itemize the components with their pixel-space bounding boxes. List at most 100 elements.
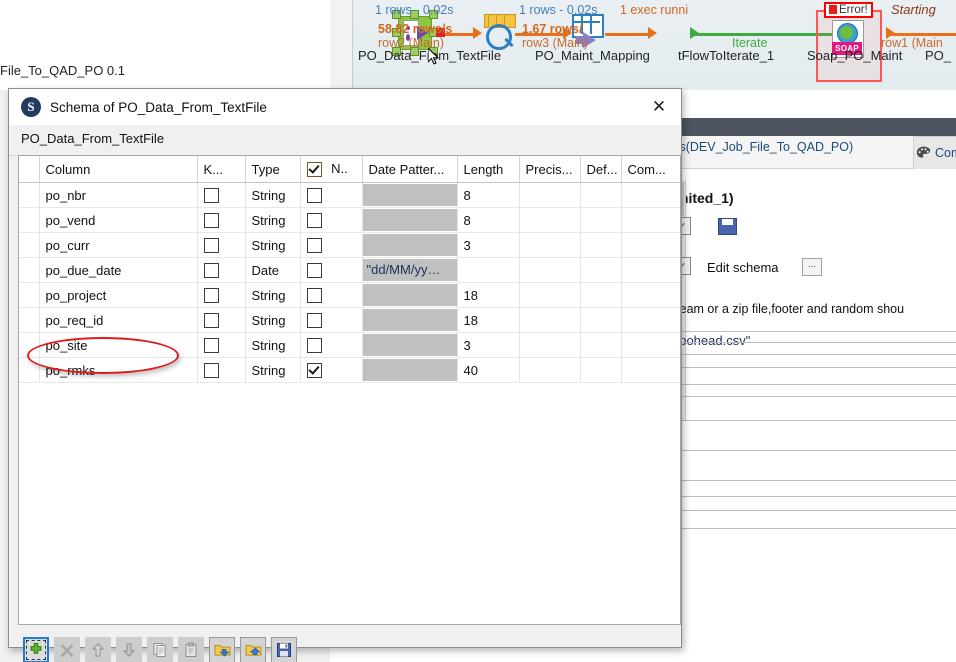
key-checkbox[interactable] — [203, 263, 219, 279]
import-schema-button[interactable] — [209, 637, 235, 662]
header-key[interactable]: K... — [197, 156, 246, 183]
file-path-value[interactable]: t/pohead.csv" — [676, 333, 750, 348]
cell-nullable-checkbox[interactable] — [300, 307, 363, 333]
cell-type[interactable]: Date — [245, 257, 301, 283]
nullable-checkbox[interactable] — [306, 363, 322, 379]
cell-default[interactable] — [580, 307, 622, 333]
table-row[interactable]: po_site String 3 — [19, 332, 680, 358]
cell-comment[interactable] — [621, 232, 680, 258]
header-comment[interactable]: Com... — [621, 156, 680, 183]
header-precision[interactable]: Precis... — [519, 156, 581, 183]
cell-length[interactable]: 40 — [457, 357, 520, 383]
close-icon[interactable]: ✕ — [645, 95, 673, 119]
key-checkbox[interactable] — [203, 288, 219, 304]
nullable-checkbox[interactable] — [306, 188, 322, 204]
cell-precision[interactable] — [519, 207, 581, 233]
cell-comment[interactable] — [621, 332, 680, 358]
key-checkbox[interactable] — [203, 363, 219, 379]
export-schema-button[interactable] — [240, 637, 266, 662]
cell-type[interactable]: String — [245, 357, 301, 383]
cell-column-name[interactable]: po_req_id — [39, 307, 198, 333]
cell-column-name[interactable]: po_curr — [39, 232, 198, 258]
cell-key-checkbox[interactable] — [197, 332, 246, 358]
cell-date-pattern[interactable] — [362, 207, 458, 233]
cell-column-name[interactable]: po_nbr — [39, 182, 198, 208]
header-column[interactable]: Column — [39, 156, 198, 183]
cell-column-name[interactable]: po_vend — [39, 207, 198, 233]
cell-type[interactable]: String — [245, 282, 301, 308]
editor-tab-label[interactable]: File_To_QAD_PO 0.1 — [0, 63, 125, 78]
table-row[interactable]: po_nbr String 8 — [19, 182, 680, 208]
cell-default[interactable] — [580, 357, 622, 383]
key-checkbox[interactable] — [203, 238, 219, 254]
edit-schema-button[interactable]: ... — [802, 258, 822, 276]
header-nullable-checkbox[interactable] — [306, 162, 322, 178]
move-down-button[interactable] — [116, 637, 142, 662]
cell-comment[interactable] — [621, 257, 680, 283]
cell-key-checkbox[interactable] — [197, 257, 246, 283]
cell-precision[interactable] — [519, 357, 581, 383]
schema-table-container[interactable]: Column K... Type N.. Date Patter... Leng… — [18, 155, 681, 625]
cell-date-pattern[interactable]: "dd/MM/yy… — [362, 257, 458, 283]
cell-nullable-checkbox[interactable] — [300, 332, 363, 358]
cell-key-checkbox[interactable] — [197, 232, 246, 258]
nullable-checkbox[interactable] — [306, 213, 322, 229]
delete-column-button[interactable] — [54, 637, 80, 662]
cell-date-pattern[interactable] — [362, 182, 458, 208]
header-date-pattern[interactable]: Date Patter... — [362, 156, 458, 183]
tab-jobs-dev-job[interactable]: ts(DEV_Job_File_To_QAD_PO) — [676, 140, 853, 154]
cell-key-checkbox[interactable] — [197, 207, 246, 233]
cell-nullable-checkbox[interactable] — [300, 232, 363, 258]
cell-nullable-checkbox[interactable] — [300, 182, 363, 208]
table-row[interactable]: po_due_date Date "dd/MM/yy… — [19, 257, 680, 283]
cell-column-name[interactable]: po_project — [39, 282, 198, 308]
copy-button[interactable] — [147, 637, 173, 662]
key-checkbox[interactable] — [203, 188, 219, 204]
save-property-icon[interactable] — [718, 218, 737, 235]
cell-default[interactable] — [580, 282, 622, 308]
table-row[interactable]: po_curr String 3 — [19, 232, 680, 258]
cell-comment[interactable] — [621, 357, 680, 383]
cell-length[interactable]: 8 — [457, 207, 520, 233]
cell-length[interactable]: 8 — [457, 182, 520, 208]
save-schema-button[interactable] — [271, 637, 297, 662]
cell-nullable-checkbox[interactable] — [300, 257, 363, 283]
cell-comment[interactable] — [621, 182, 680, 208]
cell-nullable-checkbox[interactable] — [300, 207, 363, 233]
cell-precision[interactable] — [519, 257, 581, 283]
table-row[interactable]: po_project String 18 — [19, 282, 680, 308]
date-pattern-value[interactable]: "dd/MM/yy… — [362, 259, 456, 281]
nullable-checkbox[interactable] — [306, 288, 322, 304]
header-type[interactable]: Type — [245, 156, 301, 183]
cell-column-name[interactable]: po_rmks — [39, 357, 198, 383]
table-row[interactable]: po_rmks String 40 — [19, 357, 680, 383]
cell-date-pattern[interactable] — [362, 282, 458, 308]
cell-key-checkbox[interactable] — [197, 182, 246, 208]
cell-column-name[interactable]: po_due_date — [39, 257, 198, 283]
cell-type[interactable]: String — [245, 307, 301, 333]
tab-component[interactable]: Compo — [913, 136, 956, 169]
nullable-checkbox[interactable] — [306, 263, 322, 279]
cell-type[interactable]: String — [245, 207, 301, 233]
cell-type[interactable]: String — [245, 332, 301, 358]
nullable-checkbox[interactable] — [306, 238, 322, 254]
cell-precision[interactable] — [519, 282, 581, 308]
header-nullable[interactable]: N.. — [300, 156, 363, 183]
cell-nullable-checkbox[interactable] — [300, 357, 363, 383]
cell-length[interactable]: 18 — [457, 282, 520, 308]
table-row[interactable]: po_vend String 8 — [19, 207, 680, 233]
cell-date-pattern[interactable] — [362, 332, 458, 358]
cell-column-name[interactable]: po_site — [39, 332, 198, 358]
nullable-checkbox[interactable] — [306, 338, 322, 354]
key-checkbox[interactable] — [203, 338, 219, 354]
cell-precision[interactable] — [519, 332, 581, 358]
table-row[interactable]: po_req_id String 18 — [19, 307, 680, 333]
paste-button[interactable] — [178, 637, 204, 662]
cell-precision[interactable] — [519, 182, 581, 208]
cell-comment[interactable] — [621, 307, 680, 333]
job-designer-canvas[interactable]: SOAP Error! 1 rows - 0.02s 58.82 rows/s … — [330, 0, 956, 90]
cell-default[interactable] — [580, 207, 622, 233]
cell-length[interactable] — [457, 257, 520, 283]
cell-precision[interactable] — [519, 307, 581, 333]
key-checkbox[interactable] — [203, 313, 219, 329]
